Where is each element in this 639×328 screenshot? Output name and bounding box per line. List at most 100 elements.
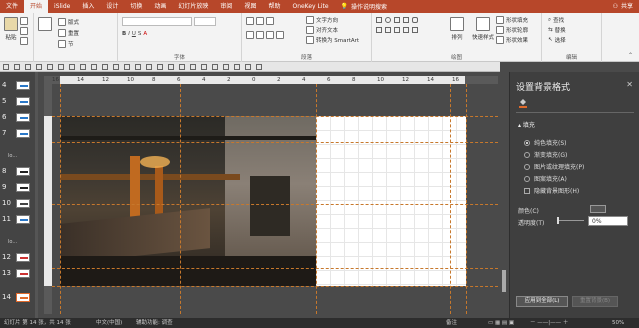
fill-section-header[interactable]: ▴ 填充 (518, 120, 535, 129)
format-painter-button[interactable] (20, 37, 28, 45)
color-picker-button[interactable] (590, 205, 606, 213)
bullets-button[interactable] (246, 17, 274, 25)
gradient-fill-option[interactable]: 渐变填充(G) (524, 150, 567, 159)
tab-view[interactable]: 视图 (238, 0, 262, 13)
transparency-input[interactable]: 0% (588, 216, 628, 226)
close-icon[interactable]: ✕ (626, 80, 633, 89)
qat-more-12-icon[interactable] (168, 63, 174, 70)
thumbnails-scrollbar[interactable] (35, 72, 38, 318)
font-name-dropdown[interactable] (122, 17, 192, 26)
hide-background-graphics-option[interactable]: 隐藏背景图形(H) (524, 186, 579, 195)
arrange-button[interactable]: 排列 (450, 17, 464, 41)
qat-more-9-icon[interactable] (135, 63, 141, 70)
apply-to-all-button[interactable]: 应用到全部(L) (516, 296, 568, 307)
checkbox[interactable] (524, 187, 530, 194)
bold-icon[interactable]: B (122, 31, 126, 37)
shape-fill-button[interactable]: 形状填充 (496, 16, 528, 24)
thumbnail-slide-4[interactable]: 4 (0, 80, 38, 91)
shape-rect[interactable] (376, 17, 382, 23)
find-button[interactable]: ⌕ 查找 (548, 16, 564, 25)
qat-more-4-icon[interactable] (80, 63, 86, 70)
align-buttons[interactable] (246, 31, 284, 39)
shape-more[interactable] (412, 27, 418, 33)
shape-effects-button[interactable]: 形状效果 (496, 36, 528, 44)
radio[interactable] (524, 151, 530, 158)
thumbnail-section-header-2[interactable]: lo... (0, 238, 38, 249)
scrollbar-thumb[interactable] (502, 270, 506, 292)
thumbnail-section-header[interactable]: lo... (0, 152, 38, 163)
font-format-buttons[interactable]: B I U S A (122, 31, 147, 37)
guide-line[interactable] (60, 84, 61, 314)
tab-onekey[interactable]: OneKey Lite (286, 0, 334, 13)
strikethrough-icon[interactable]: S (138, 31, 142, 37)
thumbnail-slide-6[interactable]: 6 (0, 112, 38, 123)
shape-triangle[interactable] (376, 27, 382, 33)
guide-line[interactable] (316, 84, 317, 314)
thumbnail-slide-8[interactable]: 8 (0, 166, 38, 177)
qat-more-3-icon[interactable] (69, 63, 75, 70)
qat-more-14-icon[interactable] (190, 63, 196, 70)
cut-button[interactable] (20, 17, 28, 25)
transparency-slider[interactable] (557, 217, 584, 224)
font-color-icon[interactable]: A (143, 31, 147, 37)
fill-bucket-icon[interactable] (518, 98, 528, 108)
qat-more-8-icon[interactable] (124, 63, 130, 70)
tab-file[interactable]: 文件 (0, 0, 24, 13)
tab-design[interactable]: 设计 (100, 0, 124, 13)
accessibility-status[interactable]: 辅助功能: 调查 (136, 318, 173, 328)
solid-fill-option[interactable]: 纯色填充(S) (524, 138, 567, 147)
pattern-fill-option[interactable]: 图案填充(A) (524, 174, 567, 183)
qat-more-13-icon[interactable] (179, 63, 185, 70)
copy-button[interactable] (20, 27, 28, 35)
guide-line[interactable] (466, 84, 467, 314)
canvas-scrollbar[interactable] (500, 84, 508, 314)
paste-button[interactable]: 粘贴 (4, 17, 18, 41)
shapes-gallery[interactable] (376, 17, 446, 47)
replace-button[interactable]: ⇆ 替换 (548, 26, 566, 34)
qat-more-7-icon[interactable] (113, 63, 119, 70)
qat-more-18-icon[interactable] (234, 63, 240, 70)
radio[interactable] (524, 163, 530, 170)
share-button[interactable]: ⚇ 共享 (613, 0, 633, 13)
tab-slideshow[interactable]: 幻灯片放映 (172, 0, 214, 13)
qat-more-15-icon[interactable] (201, 63, 207, 70)
tab-transitions[interactable]: 切换 (124, 0, 148, 13)
select-button[interactable]: ↖ 选择 (548, 36, 566, 44)
language-status[interactable]: 中文(中国) (96, 318, 122, 328)
shape-rounded[interactable] (412, 17, 418, 23)
radio[interactable] (524, 175, 530, 182)
collapse-ribbon-icon[interactable]: ⌃ (628, 52, 633, 59)
tell-me-search[interactable]: 💡 操作说明搜索 (341, 2, 388, 11)
section-button[interactable]: 节 (58, 40, 74, 48)
view-buttons[interactable]: ▭ ▦ ▤ ▣ (488, 318, 514, 328)
qat-more-2-icon[interactable] (58, 63, 64, 70)
guide-line[interactable] (52, 142, 498, 143)
guide-line[interactable] (52, 286, 498, 287)
tab-help[interactable]: 帮助 (262, 0, 286, 13)
text-direction-button[interactable]: 文字方向 (306, 16, 338, 24)
qat-more-19-icon[interactable] (245, 63, 251, 70)
guide-line[interactable] (52, 204, 498, 205)
font-size-dropdown[interactable] (194, 17, 216, 26)
smartart-button[interactable]: 转换为 SmartArt (306, 36, 359, 44)
reset-button[interactable]: 重置 (58, 29, 79, 37)
undo-icon[interactable] (14, 63, 20, 70)
thumbnail-slide-9[interactable]: 9 (0, 182, 38, 193)
tab-insert[interactable]: 插入 (76, 0, 100, 13)
zoom-slider[interactable]: － ——|—— ＋ (530, 318, 568, 328)
tab-review[interactable]: 审阅 (214, 0, 238, 13)
qat-more-6-icon[interactable] (102, 63, 108, 70)
qat-more-5-icon[interactable] (91, 63, 97, 70)
tab-animations[interactable]: 动画 (148, 0, 172, 13)
radio-selected[interactable] (524, 139, 530, 146)
qat-more-20-icon[interactable] (256, 63, 262, 70)
qat-more-10-icon[interactable] (146, 63, 152, 70)
guide-line[interactable] (52, 116, 498, 117)
shape-brace[interactable] (385, 27, 391, 33)
zoom-level[interactable]: 50% (612, 318, 624, 328)
shape-arrow[interactable] (403, 17, 409, 23)
thumbnail-slide-12[interactable]: 12 (0, 252, 38, 263)
underline-icon[interactable]: U (132, 31, 136, 37)
slider-knob[interactable] (557, 217, 559, 224)
italic-icon[interactable]: I (128, 31, 130, 37)
